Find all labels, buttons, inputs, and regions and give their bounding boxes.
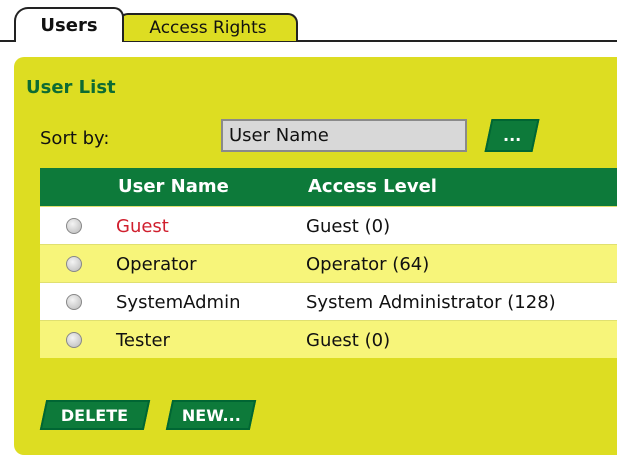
user-list-panel: User List Sort by: User Name ... User Na… (14, 57, 617, 455)
radio-icon[interactable] (66, 294, 82, 310)
radio-icon[interactable] (66, 256, 82, 272)
sort-field[interactable]: User Name (221, 119, 467, 152)
user-name-cell: Guest (116, 216, 169, 237)
access-level-cell: Operator (64) (306, 254, 430, 275)
radio-icon[interactable] (66, 218, 82, 234)
table-row[interactable]: Guest Guest (0) (40, 206, 617, 244)
user-name-cell: Operator (116, 254, 197, 275)
column-header-access-level[interactable]: Access Level (308, 176, 437, 197)
tab-users[interactable]: Users (14, 7, 124, 42)
radio-icon[interactable] (66, 332, 82, 348)
table-header: User Name Access Level (40, 168, 617, 206)
table-row[interactable]: Operator Operator (64) (40, 244, 617, 282)
access-level-cell: Guest (0) (306, 216, 391, 237)
table-row[interactable]: SystemAdmin System Administrator (128) (40, 282, 617, 320)
tab-access-rights[interactable]: Access Rights (118, 13, 298, 41)
sort-label: Sort by: (40, 128, 110, 149)
new-user-button[interactable]: NEW... (165, 400, 257, 430)
delete-button[interactable]: DELETE (39, 400, 151, 430)
sort-options-button[interactable]: ... (484, 119, 540, 152)
user-table: User Name Access Level Guest Guest (0) O… (40, 168, 617, 358)
user-name-cell: Tester (116, 330, 170, 351)
user-name-cell: SystemAdmin (116, 292, 241, 313)
tab-bar: Access Rights Users (0, 0, 617, 42)
panel-title: User List (26, 77, 116, 98)
table-row[interactable]: Tester Guest (0) (40, 320, 617, 358)
column-header-user-name[interactable]: User Name (118, 176, 229, 197)
access-level-cell: Guest (0) (306, 330, 391, 351)
access-level-cell: System Administrator (128) (306, 292, 556, 313)
